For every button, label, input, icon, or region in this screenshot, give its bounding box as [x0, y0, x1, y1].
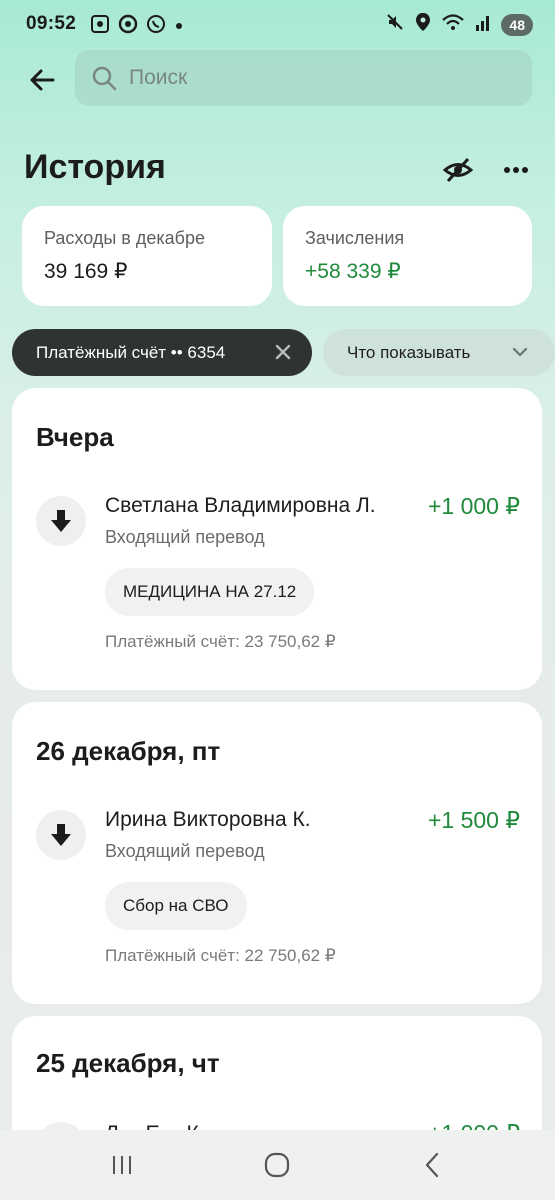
transaction-comment: МЕДИЦИНА НА 27.12 — [105, 568, 315, 616]
recent-apps-icon — [113, 1156, 131, 1174]
recent-apps-button[interactable] — [102, 1148, 142, 1182]
dot-icon — [174, 18, 184, 36]
wifi-icon — [441, 12, 465, 37]
home-icon — [264, 1152, 290, 1178]
show-filter-label: Что показывать — [347, 342, 471, 362]
eye-off-icon — [443, 157, 473, 183]
expenses-value: 39 169 ₽ — [44, 260, 128, 283]
home-button[interactable] — [257, 1148, 297, 1182]
more-button[interactable] — [498, 154, 534, 186]
expenses-label: Расходы в декабре — [44, 228, 205, 248]
search-input[interactable] — [129, 66, 489, 90]
transaction-name: Светлана Владимировна Л. — [105, 494, 376, 517]
account-filter-label: Платёжный счёт •• 6354 — [36, 342, 226, 362]
signal-icon — [475, 13, 491, 36]
close-icon[interactable] — [272, 341, 294, 363]
back-nav-button[interactable] — [412, 1148, 452, 1182]
system-nav-bar — [0, 1130, 555, 1200]
expenses-card[interactable]: Расходы в декабре 39 169 ₽ — [22, 206, 272, 306]
status-bar: 09:52 48 — [0, 0, 555, 52]
incoming-arrow-icon — [36, 496, 86, 546]
show-filter-chip[interactable]: Что показывать — [323, 329, 555, 376]
search-box[interactable] — [75, 50, 532, 106]
status-right-icons: 48 — [385, 12, 533, 37]
screenshot-icon — [90, 14, 110, 39]
transaction-amount: +1 500 ₽ — [427, 807, 520, 833]
transaction-balance: Платёжный счёт: 22 750,62 ₽ — [105, 946, 336, 965]
mute-icon — [385, 12, 405, 37]
transaction-comment: Сбор на СВО — [105, 882, 247, 930]
page-title: История — [24, 148, 166, 186]
incoming-arrow-icon — [36, 810, 86, 860]
transaction-name: Ирина Викторовна К. — [105, 808, 311, 831]
transaction-type: Входящий перевод — [105, 527, 265, 547]
income-value: +58 339 ₽ — [305, 260, 401, 283]
day-card: 26 декабря, пт Ирина Викторовна К. +1 50… — [12, 702, 542, 1004]
transaction-balance: Платёжный счёт: 23 750,62 ₽ — [105, 632, 336, 651]
day-title: 25 декабря, чт — [36, 1048, 220, 1078]
location-icon — [415, 12, 431, 37]
back-button[interactable] — [22, 60, 62, 100]
account-filter-chip[interactable]: Платёжный счёт •• 6354 — [12, 329, 312, 376]
income-label: Зачисления — [305, 228, 405, 248]
chevron-down-icon — [511, 343, 529, 366]
search-icon — [92, 66, 117, 91]
more-horizontal-icon — [504, 167, 528, 173]
battery-badge: 48 — [501, 13, 533, 36]
status-left-icons — [90, 14, 184, 39]
day-title: 26 декабря, пт — [36, 736, 221, 766]
status-time: 09:52 — [26, 13, 77, 34]
transaction-type: Входящий перевод — [105, 841, 265, 861]
messenger-icon — [118, 14, 138, 39]
day-card: Вчера Светлана Владимировна Л. +1 000 ₽ … — [12, 388, 542, 690]
hide-balance-button[interactable] — [440, 154, 476, 186]
arrow-left-icon — [30, 69, 55, 91]
income-card[interactable]: Зачисления +58 339 ₽ — [283, 206, 532, 306]
transaction-amount: +1 000 ₽ — [427, 493, 520, 519]
whatsapp-icon — [146, 14, 166, 39]
day-title: Вчера — [36, 422, 114, 452]
chevron-left-icon — [425, 1152, 439, 1178]
